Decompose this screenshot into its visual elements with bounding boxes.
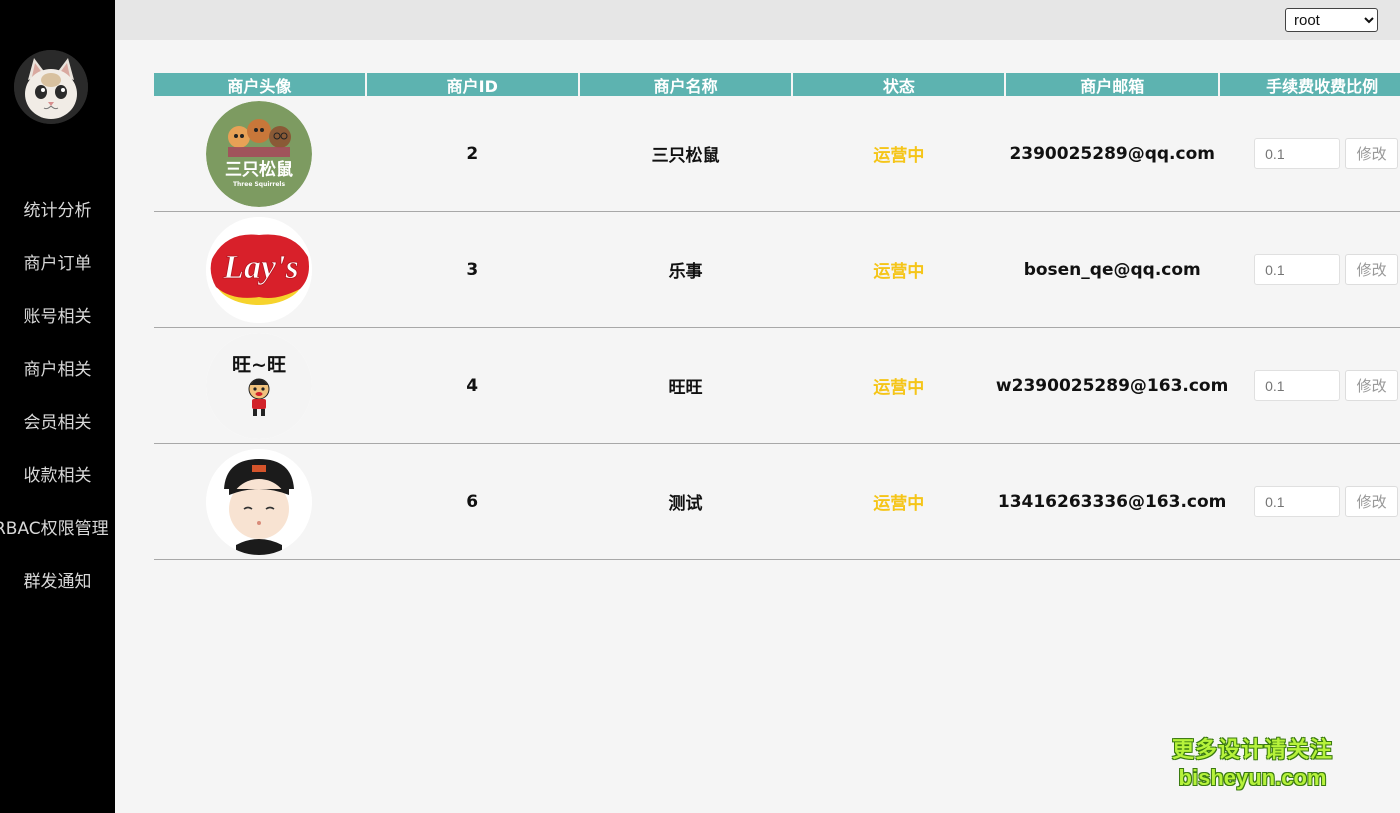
watermark: 更多设计请关注 bisheyun.com bbox=[1172, 737, 1333, 791]
three-squirrels-logo-icon: 三只松鼠 Three Squirrels bbox=[206, 100, 313, 207]
sidebar-item-merchant-orders[interactable]: 商户订单 bbox=[0, 235, 115, 288]
merchant-email: w2390025289@163.com bbox=[995, 375, 1229, 396]
merchant-email: 13416263336@163.com bbox=[997, 491, 1227, 512]
sidebar-item-notifications[interactable]: 群发通知 bbox=[0, 553, 115, 606]
edit-button[interactable]: 修改 bbox=[1345, 370, 1399, 401]
column-header-status: 状态 bbox=[793, 73, 1005, 96]
column-header-avatar: 商户头像 bbox=[154, 73, 365, 96]
table-row: Lay's 3 乐事 运营中 bosen_qe@qq.com 修改 bbox=[154, 212, 1400, 328]
avatar-cell bbox=[154, 448, 365, 555]
table-row: 6 测试 运营中 13416263336@163.com 修改 bbox=[154, 444, 1400, 560]
cat-avatar-icon[interactable] bbox=[14, 50, 88, 124]
merchant-name: 三只松鼠 bbox=[651, 146, 720, 166]
merchant-table: 商户头像 商户ID 商户名称 状态 商户邮箱 手续费收费比例 三只松鼠 Thre… bbox=[154, 73, 1400, 560]
edit-button[interactable]: 修改 bbox=[1345, 486, 1399, 517]
edit-button[interactable]: 修改 bbox=[1345, 254, 1399, 285]
status-badge: 运营中 bbox=[873, 378, 925, 398]
column-header-email: 商户邮箱 bbox=[1006, 73, 1219, 96]
watermark-line-1: 更多设计请关注 bbox=[1172, 738, 1334, 763]
merchant-name: 测试 bbox=[668, 494, 703, 514]
merchant-email: bosen_qe@qq.com bbox=[1023, 259, 1201, 280]
merchant-name: 旺旺 bbox=[668, 378, 703, 398]
avatar-cell: Lay's bbox=[154, 216, 365, 323]
merchant-name: 乐事 bbox=[668, 262, 703, 282]
table-header: 商户头像 商户ID 商户名称 状态 商户邮箱 手续费收费比例 bbox=[154, 73, 1400, 96]
lays-logo-icon: Lay's bbox=[206, 216, 313, 323]
top-bar bbox=[115, 0, 1400, 40]
column-header-name: 商户名称 bbox=[579, 73, 792, 96]
fee-rate-cell: 修改 bbox=[1220, 138, 1400, 169]
fee-rate-input[interactable] bbox=[1254, 370, 1341, 401]
watermark-line-2: bisheyun.com bbox=[1178, 765, 1327, 790]
svg-text:Three Squirrels: Three Squirrels bbox=[233, 181, 286, 188]
avatar-cell: 旺~旺 bbox=[154, 332, 365, 439]
fee-rate-cell: 修改 bbox=[1220, 254, 1400, 285]
fee-rate-input[interactable] bbox=[1254, 486, 1341, 517]
merchant-id: 6 bbox=[466, 491, 479, 512]
merchant-id: 2 bbox=[466, 143, 479, 164]
merchant-id: 3 bbox=[466, 259, 479, 280]
sidebar-item-statistics[interactable]: 统计分析 bbox=[0, 182, 115, 235]
sidebar-item-merchants[interactable]: 商户相关 bbox=[0, 341, 115, 394]
status-badge: 运营中 bbox=[873, 262, 925, 282]
sidebar-item-rbac[interactable]: RBAC权限管理 bbox=[0, 500, 115, 553]
column-header-id: 商户ID bbox=[366, 73, 578, 96]
fee-rate-cell: 修改 bbox=[1220, 370, 1400, 401]
table-row: 三只松鼠 Three Squirrels 2 三只松鼠 运营中 23900252… bbox=[154, 96, 1400, 212]
wangwang-logo-icon: 旺~旺 bbox=[206, 332, 313, 439]
sidebar-item-payments[interactable]: 收款相关 bbox=[0, 447, 115, 500]
svg-text:旺~旺: 旺~旺 bbox=[232, 354, 286, 376]
svg-text:三只松鼠: 三只松鼠 bbox=[225, 159, 293, 180]
column-header-fee-rate: 手续费收费比例 bbox=[1220, 73, 1400, 96]
cartoon-boy-avatar-icon bbox=[206, 448, 313, 555]
sidebar-nav: 统计分析 商户订单 账号相关 商户相关 会员相关 收款相关 RBAC权限管理 群… bbox=[0, 182, 115, 606]
status-badge: 运营中 bbox=[873, 146, 925, 166]
fee-rate-input[interactable] bbox=[1254, 138, 1341, 169]
fee-rate-cell: 修改 bbox=[1220, 486, 1400, 517]
fee-rate-input[interactable] bbox=[1254, 254, 1341, 285]
merchant-email: 2390025289@qq.com bbox=[1009, 143, 1215, 164]
edit-button[interactable]: 修改 bbox=[1345, 138, 1399, 169]
sidebar: 统计分析 商户订单 账号相关 商户相关 会员相关 收款相关 RBAC权限管理 群… bbox=[0, 0, 115, 813]
user-select[interactable]: root bbox=[1285, 8, 1378, 32]
status-badge: 运营中 bbox=[873, 494, 925, 514]
svg-text:Lay's: Lay's bbox=[223, 249, 300, 286]
avatar-cell: 三只松鼠 Three Squirrels bbox=[154, 100, 365, 207]
sidebar-item-accounts[interactable]: 账号相关 bbox=[0, 288, 115, 341]
merchant-id: 4 bbox=[466, 375, 479, 396]
sidebar-item-members[interactable]: 会员相关 bbox=[0, 394, 115, 447]
table-row: 旺~旺 4 旺旺 运营中 w2390025289@163.com 修改 bbox=[154, 328, 1400, 444]
